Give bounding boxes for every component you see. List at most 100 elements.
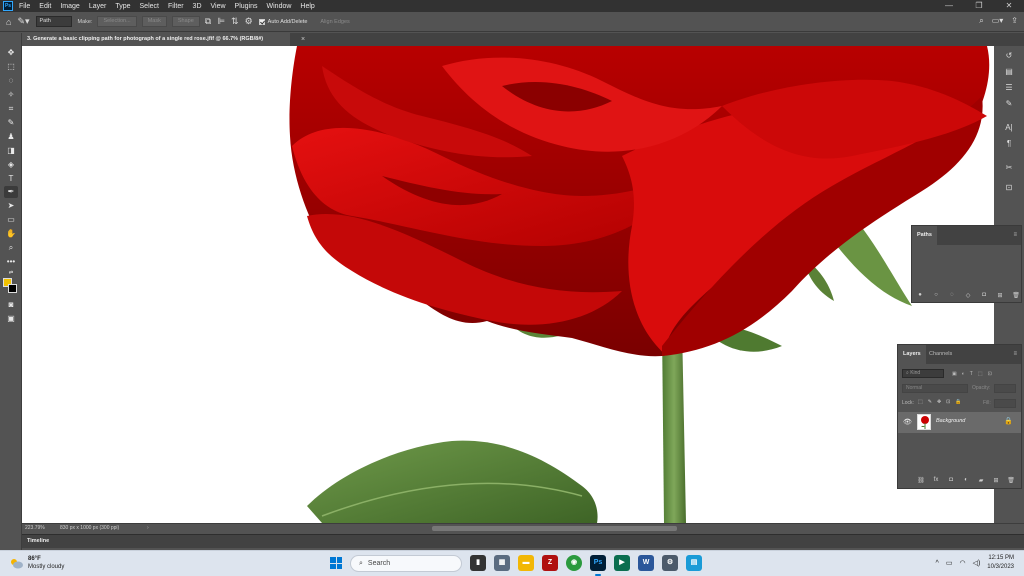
- link-layers-icon[interactable]: ⛓: [917, 477, 925, 484]
- menu-type[interactable]: Type: [115, 3, 130, 10]
- shape-filter-icon[interactable]: ⬚: [978, 371, 983, 377]
- menu-select[interactable]: Select: [140, 3, 159, 10]
- brush-settings-icon[interactable]: ✎: [1003, 98, 1015, 110]
- taskbar-search[interactable]: ⌕ Search: [350, 555, 462, 572]
- rectangle-tool-icon[interactable]: ▭: [4, 214, 18, 226]
- tools-icon[interactable]: ✂: [1003, 162, 1015, 174]
- adjustment-layer-icon[interactable]: ◐: [962, 477, 970, 483]
- menu-edit[interactable]: Edit: [39, 3, 51, 10]
- blend-mode-select[interactable]: Normal: [902, 384, 968, 393]
- settings-icon[interactable]: ⚙: [662, 555, 678, 571]
- path-operations-icon[interactable]: ⧉: [205, 16, 211, 27]
- eye-icon[interactable]: 👁: [903, 418, 912, 426]
- chrome-icon[interactable]: ◉: [566, 555, 582, 571]
- horizontal-scrollbar[interactable]: [432, 526, 677, 531]
- wifi-icon[interactable]: ◠: [959, 559, 965, 567]
- menu-view[interactable]: View: [211, 3, 226, 10]
- panel-menu-icon[interactable]: ≡: [1013, 351, 1017, 357]
- menu-window[interactable]: Window: [267, 3, 292, 10]
- menu-filter[interactable]: Filter: [168, 3, 184, 10]
- menu-help[interactable]: Help: [300, 3, 314, 10]
- filezilla-icon[interactable]: Z: [542, 555, 558, 571]
- move-tool-icon[interactable]: ✥: [4, 47, 18, 59]
- marquee-tool-icon[interactable]: ⬚: [4, 61, 18, 73]
- lock-all-icon[interactable]: 🔒: [955, 399, 961, 405]
- status-menu-icon[interactable]: ›: [147, 524, 149, 533]
- word-icon[interactable]: W: [638, 555, 654, 571]
- task-view-icon[interactable]: ▮: [470, 555, 486, 571]
- eraser-tool-icon[interactable]: ◨: [4, 145, 18, 157]
- menu-file[interactable]: File: [19, 3, 30, 10]
- document-tab[interactable]: 3. Generate a basic clipping path for ph…: [22, 33, 290, 46]
- type-tool-icon[interactable]: T: [4, 173, 18, 185]
- stroke-path-icon[interactable]: ○: [932, 292, 940, 298]
- share-icon[interactable]: ⇪: [1011, 16, 1018, 26]
- panel-menu-icon[interactable]: ≡: [1013, 232, 1017, 238]
- screen-mode-icon[interactable]: ▣: [4, 313, 18, 325]
- path-selection-tool-icon[interactable]: ➤: [4, 200, 18, 212]
- layer-kind-filter[interactable]: ⌕ Kind: [902, 369, 944, 378]
- brush-tool-icon[interactable]: ✎: [4, 117, 18, 129]
- hand-tool-icon[interactable]: ✋: [4, 228, 18, 240]
- new-layer-icon[interactable]: ⊞: [992, 477, 1000, 484]
- tab-paths[interactable]: Paths: [912, 226, 937, 245]
- clock[interactable]: 12:15 PM 10/3/2023: [987, 554, 1014, 572]
- character-icon[interactable]: A|: [1003, 122, 1015, 134]
- close-icon[interactable]: ✕: [994, 0, 1024, 12]
- app-icon[interactable]: ▶: [614, 555, 630, 571]
- lock-position-icon[interactable]: ✥: [937, 399, 941, 405]
- auto-add-delete-checkbox[interactable]: [258, 18, 265, 25]
- tab-layers[interactable]: Layers: [898, 345, 926, 364]
- group-folder-icon[interactable]: ▰: [977, 477, 985, 484]
- weather-widget[interactable]: 86°F Mostly cloudy: [10, 555, 64, 571]
- crop-tool-icon[interactable]: ⌗: [4, 103, 18, 115]
- add-mask-icon[interactable]: ◘: [947, 477, 955, 483]
- menu-image[interactable]: Image: [60, 3, 79, 10]
- type-filter-icon[interactable]: T: [970, 371, 973, 377]
- file-explorer-icon[interactable]: ▬: [518, 555, 534, 571]
- pen-tool-icon[interactable]: ✒: [4, 186, 18, 198]
- fill-path-icon[interactable]: ●: [916, 292, 924, 298]
- menu-3d[interactable]: 3D: [193, 3, 202, 10]
- pen-tool-preset-icon[interactable]: ✎▾: [17, 16, 29, 27]
- photoshop-taskbar-icon[interactable]: Ps: [590, 555, 606, 571]
- opacity-field[interactable]: [994, 384, 1016, 393]
- document-canvas[interactable]: [22, 46, 994, 523]
- properties-icon[interactable]: ☰: [1003, 82, 1015, 94]
- smart-object-filter-icon[interactable]: ⊡: [988, 371, 992, 377]
- path-arrangement-icon[interactable]: ⇅: [231, 16, 239, 27]
- stamp-tool-icon[interactable]: ♟: [4, 131, 18, 143]
- gear-icon[interactable]: ⚙: [245, 16, 253, 27]
- make-mask-button[interactable]: Mask: [141, 16, 167, 27]
- search-icon[interactable]: ⌕: [979, 16, 983, 26]
- adjustment-filter-icon[interactable]: ◐: [962, 371, 965, 377]
- make-shape-button[interactable]: Shape: [171, 16, 200, 27]
- info-icon[interactable]: ⊡: [1003, 182, 1015, 194]
- magic-wand-tool-icon[interactable]: ✧: [4, 89, 18, 101]
- pixel-filter-icon[interactable]: ▣: [952, 371, 957, 377]
- workspace-icon[interactable]: ▭▾: [992, 16, 1004, 26]
- layer-row-background[interactable]: 👁 Background 🔒: [898, 412, 1021, 433]
- gradient-tool-icon[interactable]: ◈: [4, 159, 18, 171]
- home-icon[interactable]: ⌂: [6, 17, 11, 27]
- add-mask-icon[interactable]: ◘: [980, 292, 988, 298]
- new-path-icon[interactable]: ⊞: [996, 292, 1004, 299]
- close-tab-icon[interactable]: ×: [301, 33, 305, 46]
- minimize-icon[interactable]: —: [934, 0, 964, 12]
- menu-plugins[interactable]: Plugins: [235, 3, 258, 10]
- notepad-icon[interactable]: ▤: [686, 555, 702, 571]
- calculator-icon[interactable]: ▦: [494, 555, 510, 571]
- lock-pixels-icon[interactable]: ✎: [928, 399, 932, 405]
- align-edges-label[interactable]: Align Edges: [320, 19, 349, 25]
- lock-artboard-icon[interactable]: ⊡: [946, 399, 950, 405]
- make-selection-button[interactable]: Selection...: [97, 16, 137, 27]
- lasso-tool-icon[interactable]: ◌: [4, 75, 18, 87]
- layer-name[interactable]: Background: [936, 418, 965, 424]
- paragraph-icon[interactable]: ¶: [1003, 138, 1015, 150]
- make-work-path-icon[interactable]: ◇: [964, 292, 972, 299]
- timeline-label[interactable]: Timeline: [27, 538, 49, 544]
- maximize-icon[interactable]: ❐: [964, 0, 994, 12]
- menu-layer[interactable]: Layer: [89, 3, 107, 10]
- fill-field[interactable]: [994, 399, 1016, 408]
- background-color-swatch[interactable]: [8, 284, 17, 293]
